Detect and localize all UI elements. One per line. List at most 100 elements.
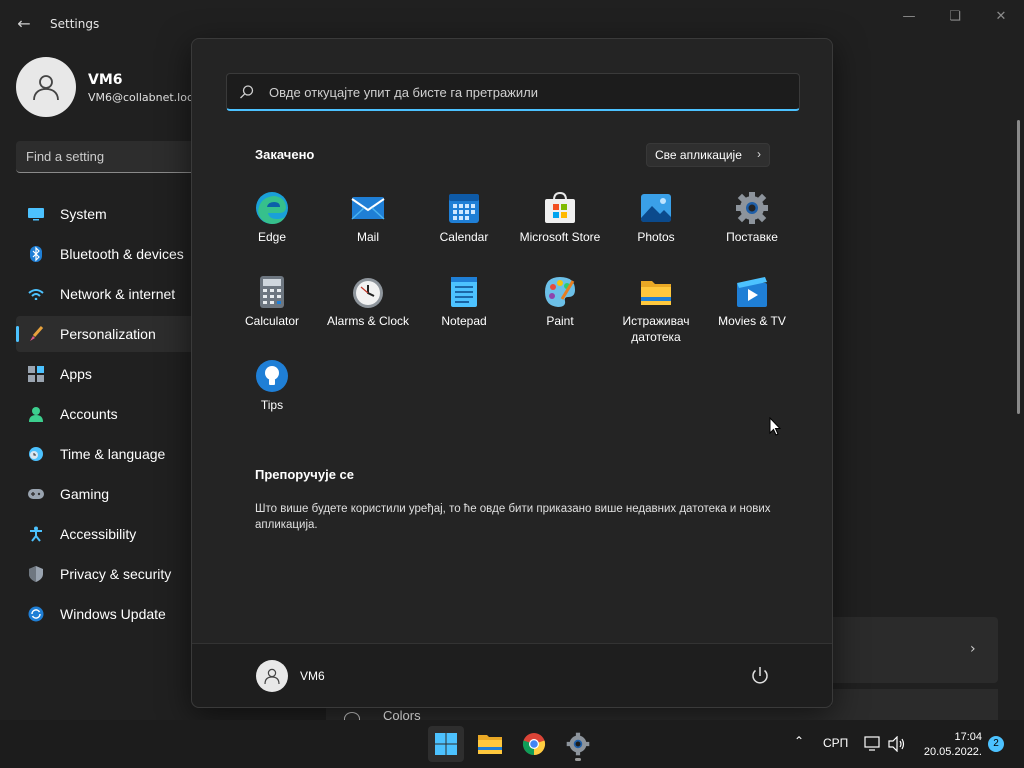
- mouse-cursor-icon: [769, 417, 781, 436]
- maximize-button[interactable]: ❏: [942, 8, 968, 26]
- clock-time: 17:04: [954, 731, 982, 743]
- back-arrow-icon[interactable]: ←: [12, 12, 36, 36]
- tips-bulb-icon: [256, 360, 288, 392]
- pinned-app-movies-tv[interactable]: Movies & TV: [704, 275, 800, 355]
- start-button[interactable]: [428, 726, 464, 762]
- sidebar-item-label: Network & internet: [60, 286, 176, 302]
- pinned-app-mail[interactable]: Mail: [320, 191, 416, 271]
- pinned-app-notepad[interactable]: Notepad: [416, 275, 512, 355]
- app-label: Истраживач датотека: [622, 314, 690, 344]
- pinned-app-alarms-clock[interactable]: Alarms & Clock: [320, 275, 416, 355]
- sidebar-item-gaming[interactable]: Gaming: [16, 476, 192, 512]
- start-search-input[interactable]: Овде откуцајте упит да бисте га претражи…: [226, 73, 800, 111]
- pinned-app-calendar[interactable]: Calendar: [416, 191, 512, 271]
- close-button[interactable]: ✕: [988, 8, 1014, 26]
- pinned-app-photos[interactable]: Photos: [608, 191, 704, 271]
- sidebar-item-accessibility[interactable]: Accessibility: [16, 516, 192, 552]
- apps-icon: [28, 366, 44, 382]
- power-icon[interactable]: [748, 664, 772, 688]
- sidebar-item-label: Gaming: [60, 486, 110, 502]
- scrollbar[interactable]: [1017, 120, 1020, 414]
- search-icon: [240, 85, 254, 99]
- folder-icon: [478, 735, 502, 754]
- taskbar-settings[interactable]: [560, 726, 596, 762]
- sidebar-item-label: Time & language: [60, 446, 166, 462]
- shield-icon: [28, 566, 44, 582]
- sidebar-item-accounts[interactable]: Accounts: [16, 396, 192, 432]
- volume-icon[interactable]: [888, 736, 906, 752]
- clock-date: 20.05.2022.: [923, 746, 982, 758]
- app-label: Calculator: [244, 314, 300, 328]
- clock-globe-icon: [28, 446, 44, 462]
- person-icon: [264, 668, 280, 685]
- store-icon: [545, 191, 575, 223]
- sidebar-item-label: Windows Update: [60, 606, 166, 622]
- person-icon: [28, 406, 44, 422]
- person-icon: [33, 75, 59, 101]
- settings-gear-icon: [736, 192, 768, 224]
- user-name[interactable]: VM6: [300, 669, 325, 683]
- monitor-icon: [28, 206, 44, 222]
- sidebar-item-time-language[interactable]: Time & language: [16, 436, 192, 472]
- user-avatar[interactable]: [256, 660, 288, 692]
- sidebar-item-personalization[interactable]: Personalization: [16, 316, 192, 352]
- chevron-right-icon: ›: [757, 147, 761, 161]
- sidebar-item-apps[interactable]: Apps: [16, 356, 192, 392]
- pinned-app-file-explorer[interactable]: Истраживач датотека: [608, 275, 704, 355]
- sidebar-item-network[interactable]: Network & internet: [16, 276, 192, 312]
- app-label: Mail: [356, 230, 379, 244]
- taskbar-file-explorer[interactable]: [472, 726, 508, 762]
- profile-email: VM6@collabnet.loc: [88, 91, 192, 104]
- sidebar-item-privacy-security[interactable]: Privacy & security: [16, 556, 192, 592]
- notification-badge[interactable]: 2: [988, 736, 1004, 752]
- chevron-right-icon: ›: [970, 641, 976, 657]
- show-hidden-icons-chevron-up-icon[interactable]: ⌃: [794, 734, 804, 748]
- avatar[interactable]: [16, 57, 76, 117]
- network-icon[interactable]: [864, 736, 882, 752]
- all-apps-button[interactable]: Све апликације ›: [646, 143, 770, 167]
- brush-icon: [28, 326, 44, 342]
- app-label: Paint: [546, 314, 574, 328]
- notepad-icon: [451, 277, 477, 307]
- clock[interactable]: 17:04 20.05.2022.: [914, 730, 982, 760]
- calculator-icon: [260, 276, 284, 308]
- calendar-icon: [449, 194, 479, 223]
- taskbar-chrome[interactable]: [516, 726, 552, 762]
- sidebar-item-system[interactable]: System: [16, 196, 192, 232]
- pinned-app-tips[interactable]: Tips: [224, 359, 320, 439]
- all-apps-label: Све апликације: [655, 148, 742, 162]
- app-label: Tips: [260, 398, 284, 412]
- app-label: Поставке: [726, 230, 778, 244]
- gamepad-icon: [28, 486, 44, 502]
- pinned-heading: Закачено: [255, 147, 315, 162]
- start-footer: VM6: [192, 643, 832, 707]
- sidebar-item-label: Accessibility: [60, 526, 137, 542]
- app-label: Photos: [637, 230, 675, 244]
- mail-icon: [351, 197, 385, 220]
- accessibility-icon: [28, 526, 44, 542]
- sidebar-item-label: Bluetooth & devices: [60, 246, 184, 262]
- sidebar-item-bluetooth[interactable]: Bluetooth & devices: [16, 236, 192, 272]
- alarm-clock-icon: [353, 278, 383, 308]
- photos-icon: [641, 194, 671, 222]
- sidebar-item-label: System: [60, 206, 107, 222]
- folder-icon: [641, 281, 671, 305]
- pinned-app-microsoft-store[interactable]: Microsoft Store: [512, 191, 608, 271]
- profile-name: VM6: [88, 72, 123, 88]
- sidebar-item-label: Apps: [60, 366, 92, 382]
- search-input[interactable]: Find a setting: [16, 141, 192, 173]
- pinned-app-settings[interactable]: Поставке: [704, 191, 800, 271]
- chrome-icon: [522, 733, 546, 756]
- app-label: Calendar: [439, 230, 489, 244]
- pinned-app-calculator[interactable]: Calculator: [224, 275, 320, 355]
- pinned-app-paint[interactable]: Paint: [512, 275, 608, 355]
- taskbar: ⌃ СРП 17:04 20.05.2022. 2: [0, 720, 1024, 768]
- sidebar-item-windows-update[interactable]: Windows Update: [16, 596, 192, 632]
- settings-card[interactable]: ›: [832, 617, 998, 683]
- update-icon: [28, 606, 44, 622]
- language-indicator[interactable]: СРП: [823, 736, 848, 750]
- minimize-button[interactable]: —: [896, 8, 922, 26]
- app-label: Alarms & Clock: [326, 314, 409, 328]
- pinned-app-edge[interactable]: Edge: [224, 191, 320, 271]
- movies-icon: [737, 277, 767, 307]
